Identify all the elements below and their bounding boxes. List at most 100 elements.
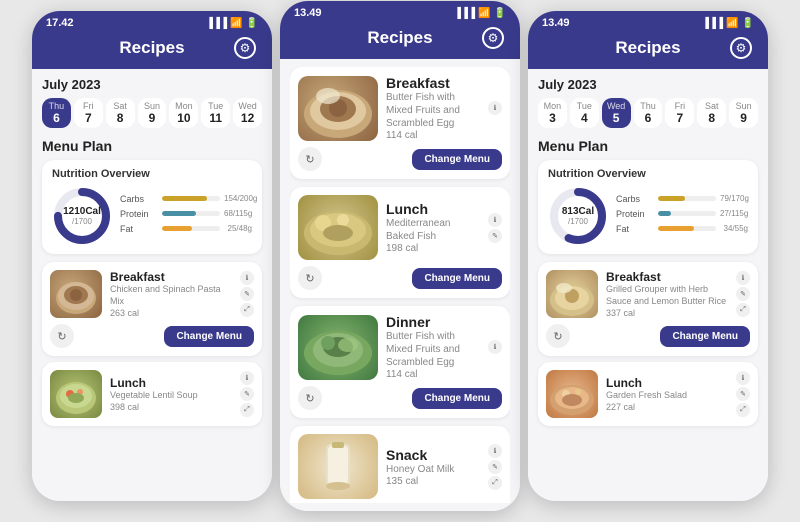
status-icons-2: ▐▐▐ 📶 🔋 [454, 8, 506, 19]
change-menu-btn-l2[interactable]: Change Menu [412, 268, 502, 289]
change-menu-btn-b3[interactable]: Change Menu [660, 326, 750, 347]
share-icon-s2[interactable]: ⤢ [488, 476, 502, 490]
meal-card-dinner-2: Dinner Butter Fish with Mixed Fruits and… [290, 306, 510, 418]
fat-val-3: 34/55g [720, 224, 748, 233]
share-icon-b1[interactable]: ⤢ [240, 303, 254, 317]
info-icon-b1[interactable]: ℹ [240, 271, 254, 285]
meal-desc-lunch-1: Vegetable Lentil Soup [110, 390, 232, 402]
cal-day-thu3[interactable]: Thu 6 [634, 98, 663, 128]
cal-day-tue3[interactable]: Tue 4 [570, 98, 599, 128]
menu-plan-title-3: Menu Plan [538, 138, 758, 154]
phone-content-1: July 2023 Thu 6 Fri 7 Sat 8 Sun 9 [32, 69, 272, 501]
meal-info-breakfast-1: Breakfast Chicken and Spinach Pasta Mix … [110, 270, 232, 317]
status-icons-3: ▐▐▐ 📶 🔋 [702, 18, 754, 29]
nutrition-bars-3: Carbs 79/170g Protein 27/115g Fat [616, 194, 748, 239]
meal-img-breakfast-1 [50, 270, 102, 318]
change-menu-btn-d2[interactable]: Change Menu [412, 388, 502, 409]
gear-icon-3[interactable]: ⚙ [730, 37, 752, 59]
nutrition-card-3: Nutrition Overview 813Cal /1700 [538, 160, 758, 254]
cal-day-wed3[interactable]: Wed 5 [602, 98, 631, 128]
refresh-btn-d2[interactable]: ↻ [298, 386, 322, 410]
cal-day-sat[interactable]: Sat 8 [106, 98, 135, 128]
meal-icons-breakfast-3: ℹ ✎ ⤢ [736, 271, 750, 317]
info-icon-b3[interactable]: ℹ [736, 271, 750, 285]
meal-img-breakfast-3 [546, 270, 598, 318]
header-1: Recipes ⚙ [32, 33, 272, 69]
cal-day-fri[interactable]: Fri 7 [74, 98, 103, 128]
meal-icons-snack-2: ℹ ✎ ⤢ [488, 444, 502, 490]
info-icon-l3[interactable]: ℹ [736, 371, 750, 385]
status-bar-1: 17.42 ▐▐▐ 📶 🔋 [32, 11, 272, 33]
meal-cal-dinner-2: 114 cal [386, 369, 480, 380]
carbs-label-3: Carbs [616, 194, 654, 204]
meal-icons-breakfast-2: ℹ [488, 101, 502, 115]
meal-cal-lunch-2: 198 cal [386, 243, 480, 254]
info-icon-l1[interactable]: ℹ [240, 371, 254, 385]
info-icon-s2[interactable]: ℹ [488, 444, 502, 458]
nutrition-bars-1: Carbs 154/200g Protein 68/115g Fat [120, 194, 252, 239]
fat-label-1: Fat [120, 224, 158, 234]
meal-card-snack-2: Snack Honey Oat Milk 135 cal ℹ ✎ ⤢ ↻ Cha… [290, 426, 510, 503]
meal-type-lunch-2: Lunch [386, 201, 480, 217]
edit-icon-b3[interactable]: ✎ [736, 287, 750, 301]
cal-day-sun3[interactable]: Sun 9 [729, 98, 758, 128]
refresh-btn-l2[interactable]: ↻ [298, 266, 322, 290]
meal-cal-breakfast-3: 337 cal [606, 308, 728, 318]
carbs-val-3: 79/170g [720, 194, 748, 203]
meal-type-snack-2: Snack [386, 447, 480, 463]
change-menu-btn-b2[interactable]: Change Menu [412, 149, 502, 170]
cal-day-mon3[interactable]: Mon 3 [538, 98, 567, 128]
change-menu-btn-b1[interactable]: Change Menu [164, 326, 254, 347]
edit-icon-b1[interactable]: ✎ [240, 287, 254, 301]
cal-value-1: 1210Cal [63, 206, 101, 217]
phone-content-2: Breakfast Butter Fish with Mixed Fruits … [280, 59, 520, 511]
donut-3: 813Cal /1700 [548, 186, 608, 246]
header-3: Recipes ⚙ [528, 33, 768, 69]
meal-card-lunch-1: Lunch Vegetable Lentil Soup 398 cal ℹ ✎ … [42, 362, 262, 426]
meal-img-lunch-3 [546, 370, 598, 418]
fat-label-3: Fat [616, 224, 654, 234]
cal-day-mon[interactable]: Mon 10 [169, 98, 198, 128]
edit-icon-l2[interactable]: ✎ [488, 229, 502, 243]
edit-icon-l3[interactable]: ✎ [736, 387, 750, 401]
header-title-1: Recipes [70, 38, 234, 58]
meal-img-breakfast-2 [298, 76, 378, 141]
info-icon-b2[interactable]: ℹ [488, 101, 502, 115]
fat-val-1: 25/48g [224, 224, 252, 233]
gear-icon-1[interactable]: ⚙ [234, 37, 256, 59]
meal-type-breakfast-2: Breakfast [386, 75, 480, 91]
nutrition-title-3: Nutrition Overview [548, 168, 748, 180]
refresh-btn-b3[interactable]: ↻ [546, 324, 570, 348]
share-icon-b3[interactable]: ⤢ [736, 303, 750, 317]
cal-day-tue[interactable]: Tue 11 [201, 98, 230, 128]
cal-total-3: /1700 [562, 217, 594, 226]
meal-cal-lunch-3: 227 cal [606, 402, 728, 412]
cal-day-thu[interactable]: Thu 6 [42, 98, 71, 128]
refresh-btn-b1[interactable]: ↻ [50, 324, 74, 348]
edit-icon-s2[interactable]: ✎ [488, 460, 502, 474]
cal-day-sat3[interactable]: Sat 8 [697, 98, 726, 128]
edit-icon-l1[interactable]: ✎ [240, 387, 254, 401]
cal-day-sun[interactable]: Sun 9 [138, 98, 167, 128]
date-label-1: July 2023 [42, 77, 262, 92]
info-icon-d2[interactable]: ℹ [488, 340, 502, 354]
status-bar-3: 13.49 ▐▐▐ 📶 🔋 [528, 11, 768, 33]
meal-icons-breakfast-1: ℹ ✎ ⤢ [240, 271, 254, 317]
cal-day-fri3[interactable]: Fri 7 [665, 98, 694, 128]
scroll-area-2[interactable]: Breakfast Butter Fish with Mixed Fruits … [290, 67, 510, 503]
meal-cal-breakfast-1: 263 cal [110, 308, 232, 318]
share-icon-l3[interactable]: ⤢ [736, 403, 750, 417]
refresh-btn-b2[interactable]: ↻ [298, 147, 322, 171]
meal-desc-breakfast-1: Chicken and Spinach Pasta Mix [110, 284, 232, 307]
share-icon-l1[interactable]: ⤢ [240, 403, 254, 417]
time-3: 13.49 [542, 17, 570, 29]
meal-type-dinner-2: Dinner [386, 314, 480, 330]
phone-content-3: July 2023 Mon 3 Tue 4 Wed 5 Thu 6 [528, 69, 768, 501]
time-2: 13.49 [294, 7, 322, 19]
gear-icon-2[interactable]: ⚙ [482, 27, 504, 49]
cal-day-wed[interactable]: Wed 12 [233, 98, 262, 128]
info-icon-l2[interactable]: ℹ [488, 213, 502, 227]
date-label-3: July 2023 [538, 77, 758, 92]
meal-cal-snack-2: 135 cal [386, 476, 480, 487]
header-title-2: Recipes [318, 28, 482, 48]
